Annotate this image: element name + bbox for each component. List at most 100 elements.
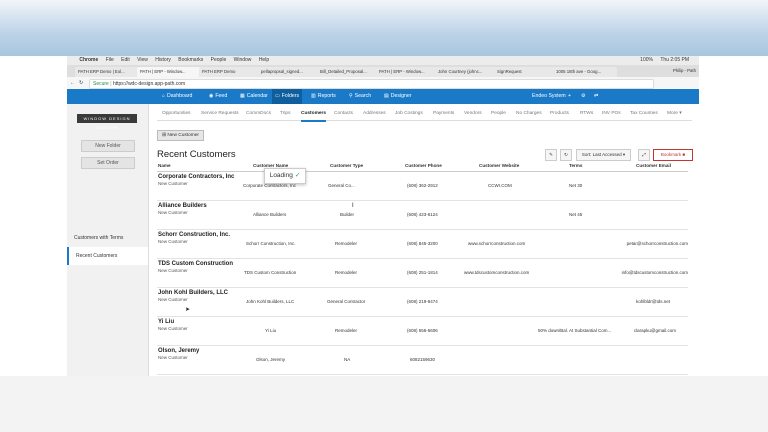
tab-service-requests[interactable]: Service Requests (201, 108, 239, 120)
row-name[interactable]: Alliance Builders (158, 203, 207, 209)
gear-icon[interactable]: ⚙ (578, 89, 589, 104)
nav-dashboard[interactable]: ⌂ Dashboard (159, 89, 195, 104)
nav-folders[interactable]: ▭ Folders (272, 89, 303, 104)
url-field[interactable]: Secure | https://wdc-design.app-path.com (89, 79, 654, 89)
table-row[interactable]: Alliance Builders New Customer Alliance … (157, 200, 688, 230)
tab-contacts[interactable]: Contacts (334, 108, 353, 120)
browser-tab[interactable]: PATH | ERP - Window... (376, 67, 437, 77)
user-menu[interactable]: Endeo System (529, 89, 569, 104)
menu-file[interactable]: File (106, 56, 114, 65)
sidebar-item-recent-customers[interactable]: Recent Customers (67, 247, 148, 265)
row-website[interactable]: www.schorrconstruction.com (468, 241, 525, 246)
menu-history[interactable]: History (155, 56, 171, 65)
row-customer-type: NA (344, 357, 351, 362)
tab-no-charges[interactable]: No Charges (516, 108, 542, 120)
set-order-button[interactable]: Set Order (81, 157, 135, 169)
row-email[interactable]: kohlbldr@tds.net (636, 299, 670, 304)
nav-designer[interactable]: ▤ Designer (381, 89, 415, 104)
row-status: New Customer (158, 268, 188, 273)
table-row[interactable]: Corporate Contractors, Inc New Customer … (157, 171, 688, 201)
browser-tab[interactable]: Bill_Detailed_Proposal... (317, 67, 378, 77)
table-row[interactable]: Yi Liu New Customer Yi Liu Remodeler (60… (157, 316, 688, 346)
row-website[interactable]: www.tdscustomconstruction.com (464, 270, 529, 275)
row-customer-type: Remodeler (335, 241, 358, 246)
browser-tab[interactable]: pellapropsal_signed... (258, 67, 319, 77)
search-icon: ⚲ (349, 93, 353, 99)
row-name[interactable]: Yi Liu (158, 319, 174, 325)
nav-calendar[interactable]: ▦ Calendar (237, 89, 271, 104)
browser-tab[interactable]: John Courtney (johnc... (435, 67, 496, 77)
row-phone: (608) 362-2912 (407, 183, 438, 188)
tab-job-costings[interactable]: Job Costings (395, 108, 423, 120)
row-email[interactable]: petar@schorrconstruction.com (627, 241, 688, 246)
tab-tax-counties[interactable]: Tax Counties (630, 108, 658, 120)
table-row[interactable]: John Kohl Builders, LLC New Customer Joh… (157, 287, 688, 317)
expand-icon[interactable]: ⤢ (638, 149, 650, 161)
nav-label: Dashboard (167, 93, 193, 99)
profile-name[interactable]: Philip - Path (673, 66, 696, 76)
menu-view[interactable]: View (137, 56, 148, 65)
refresh-icon[interactable]: ↻ (560, 149, 572, 161)
nav-search[interactable]: ⚲ Search (346, 89, 374, 104)
tab-people[interactable]: People (491, 108, 506, 120)
menu-help[interactable]: Help (259, 56, 269, 65)
col-customer-phone[interactable]: Customer Phone (405, 163, 442, 168)
browser-tab[interactable]: SignRequest (494, 67, 555, 77)
tab-more[interactable]: More ▾ (667, 108, 682, 120)
add-icon[interactable]: + (565, 89, 574, 104)
nav-reports[interactable]: ▥ Reports (308, 89, 339, 104)
browser-tab[interactable]: PATH ERP Demo (199, 67, 260, 77)
row-email[interactable]: info@tdscustomconstruction.com (622, 270, 688, 275)
browser-tab[interactable]: 1005 18th ave - Goog... (553, 67, 617, 77)
menu-people[interactable]: People (211, 56, 227, 65)
tab-products[interactable]: Products (550, 108, 569, 120)
new-folder-button[interactable]: New Folder (81, 140, 135, 152)
tab-commdocs[interactable]: CommDocs (246, 108, 271, 120)
menu-edit[interactable]: Edit (121, 56, 130, 65)
switch-icon[interactable]: ⇄ (591, 89, 601, 104)
calendar-icon: ▦ (240, 93, 245, 99)
menu-bookmarks[interactable]: Bookmarks (178, 56, 203, 65)
col-terms[interactable]: Terms (569, 163, 582, 168)
table-row[interactable]: TDS Custom Construction New Customer TDS… (157, 258, 688, 288)
row-name[interactable]: Olson, Jeremy (158, 348, 199, 354)
tab-trips[interactable]: Trips (280, 108, 290, 120)
menu-app[interactable]: Chrome (79, 56, 98, 65)
browser-tab-active[interactable]: PATH | ERP - Window... (137, 67, 201, 77)
back-icon[interactable]: ← (70, 77, 75, 89)
col-customer-email[interactable]: Customer Email (636, 163, 671, 168)
reload-icon[interactable]: ↻ (79, 77, 83, 89)
row-customer-type: General Co... (328, 183, 355, 188)
row-name[interactable]: John Kohl Builders, LLC (158, 290, 228, 296)
col-customer-type[interactable]: Customer Type (330, 163, 363, 168)
row-name[interactable]: Schorr Construction, Inc. (158, 232, 230, 238)
nav-feed[interactable]: ◉ Feed (206, 89, 230, 104)
col-name[interactable]: Name (158, 163, 171, 168)
row-customer-name: Yi Liu (265, 328, 277, 333)
tab-addresses[interactable]: Addresses (363, 108, 386, 120)
new-customer-button[interactable]: ⊞ New Customer (157, 130, 204, 141)
clock: Thu 2:05 PM (660, 57, 689, 63)
row-customer-type: Builder (340, 212, 355, 217)
table-row[interactable]: Olson, Jeremy New Customer Olson, Jeremy… (157, 345, 688, 375)
browser-tab[interactable]: PATH ERP Demo | Eol... (75, 67, 139, 77)
tab-vendors[interactable]: Vendors (464, 108, 482, 120)
tab-opportunities[interactable]: Opportunities (162, 108, 191, 120)
row-website[interactable]: CCWI.COM (488, 183, 512, 188)
tab-rtws[interactable]: RTWs (580, 108, 593, 120)
menu-window[interactable]: Window (234, 56, 252, 65)
bookmark-icon: ■ (682, 152, 686, 157)
edit-icon[interactable]: ✎ (545, 149, 557, 161)
row-name[interactable]: TDS Custom Construction (158, 261, 233, 267)
video-background-top (0, 0, 768, 56)
tab-payments[interactable]: Payments (433, 108, 454, 120)
sort-dropdown[interactable]: Sort: Last Accessed ▾ (576, 149, 631, 161)
table-row[interactable]: Schorr Construction, Inc. New Customer S… (157, 229, 688, 259)
sidebar-item-customers-with-terms[interactable]: Customers with Terms (67, 229, 148, 247)
tab-customers[interactable]: Customers (301, 108, 327, 122)
col-customer-website[interactable]: Customer Website (479, 163, 519, 168)
row-name[interactable]: Corporate Contractors, Inc (158, 174, 234, 180)
bookmark-button[interactable]: Bookmark ■ (653, 149, 693, 161)
tab-inv-pos[interactable]: INV POs (602, 108, 621, 120)
row-email[interactable]: clarapku@gmail.com (634, 328, 676, 333)
